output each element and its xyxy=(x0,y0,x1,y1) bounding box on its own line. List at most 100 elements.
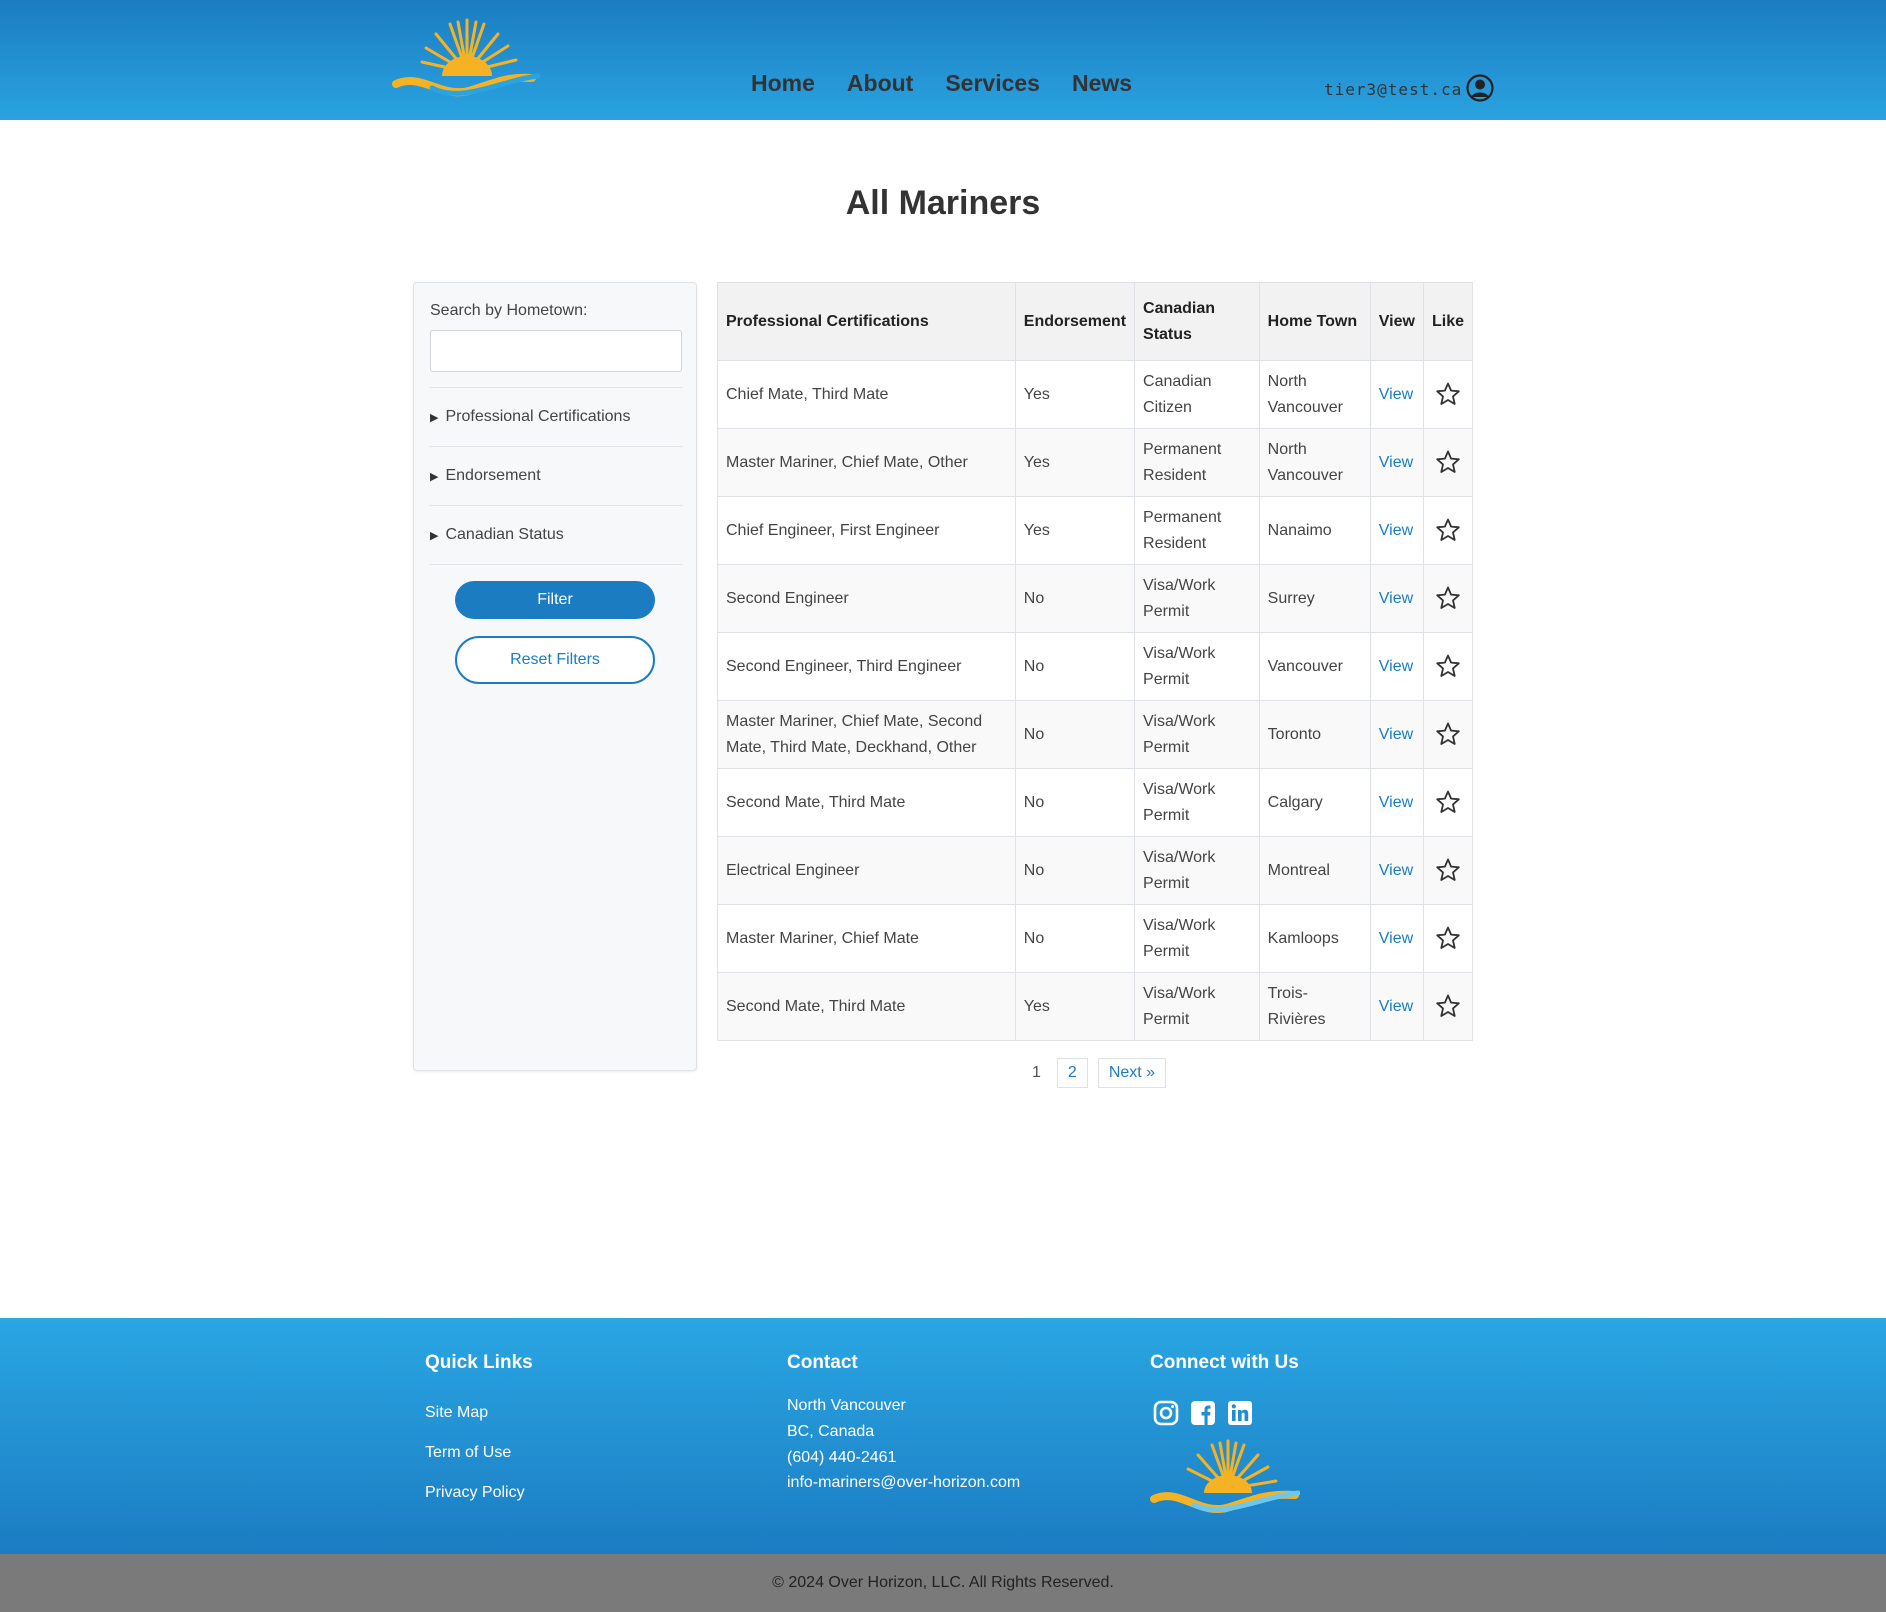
column-header-like: Like xyxy=(1422,282,1474,361)
cell-home-town: Vancouver xyxy=(1258,632,1371,701)
cell-canadian-status: Permanent Resident xyxy=(1134,496,1260,565)
star-outline-icon[interactable] xyxy=(1435,449,1461,475)
view-link[interactable]: View xyxy=(1379,794,1413,811)
quick-links-heading: Quick Links xyxy=(425,1352,533,1373)
cell-home-town: Calgary xyxy=(1258,768,1371,837)
cell-like xyxy=(1422,904,1474,973)
contact-email[interactable]: info-mariners@over-horizon.com xyxy=(787,1474,1020,1492)
view-link[interactable]: View xyxy=(1379,522,1413,539)
star-outline-icon[interactable] xyxy=(1435,653,1461,679)
footer-link-terms-of-use[interactable]: Term of Use xyxy=(425,1444,511,1462)
filter-section-label: Professional Certifications xyxy=(445,408,631,425)
cell-view: View xyxy=(1369,428,1424,497)
column-header-canadian-status: Canadian Status xyxy=(1134,282,1260,361)
site-header: Home About Services News tier3@test.ca xyxy=(0,0,1886,120)
view-link[interactable]: View xyxy=(1379,726,1413,743)
contact-city: North Vancouver xyxy=(787,1397,906,1414)
cell-home-town: North Vancouver xyxy=(1258,360,1371,429)
nav-home[interactable]: Home xyxy=(735,70,831,97)
table-row: Master Mariner, Chief Mate No Visa/Work Pe… xyxy=(717,904,1474,973)
view-link[interactable]: View xyxy=(1379,386,1413,403)
facebook-icon[interactable] xyxy=(1190,1400,1216,1426)
cell-certifications: Master Mariner, Chief Mate, Second Mate,… xyxy=(717,700,1016,769)
table-row: Chief Engineer, First Engineer Yes Permane… xyxy=(717,496,1474,565)
site-footer: Quick Links Site Map Term of Use Privacy… xyxy=(0,1318,1886,1554)
cell-certifications: Master Mariner, Chief Mate xyxy=(717,904,1016,973)
filter-section-canadian-status[interactable]: ▶ Canadian Status xyxy=(430,505,682,564)
cell-like xyxy=(1422,700,1474,769)
instagram-icon[interactable] xyxy=(1153,1400,1179,1426)
cell-canadian-status: Visa/Work Permit xyxy=(1134,768,1260,837)
cell-endorsement: No xyxy=(1014,700,1136,769)
cell-certifications: Second Engineer, Third Engineer xyxy=(717,632,1016,701)
star-outline-icon[interactable] xyxy=(1435,721,1461,747)
filter-button[interactable]: Filter xyxy=(455,581,655,619)
contact-heading: Contact xyxy=(787,1352,858,1373)
cell-home-town: Trois-Rivières xyxy=(1258,972,1371,1041)
search-hometown-label: Search by Hometown: xyxy=(430,302,588,319)
star-outline-icon[interactable] xyxy=(1435,585,1461,611)
cell-canadian-status: Visa/Work Permit xyxy=(1134,564,1260,633)
view-link[interactable]: View xyxy=(1379,454,1413,471)
cell-certifications: Second Engineer xyxy=(717,564,1016,633)
cell-home-town: Montreal xyxy=(1258,836,1371,905)
view-link[interactable]: View xyxy=(1379,658,1413,675)
view-link[interactable]: View xyxy=(1379,930,1413,947)
user-email: tier3@test.ca xyxy=(1324,80,1463,99)
table-row: Second Engineer, Third Engineer No Visa/Wo… xyxy=(717,632,1474,701)
footer-link-privacy-policy[interactable]: Privacy Policy xyxy=(425,1484,525,1502)
triangle-right-icon: ▶ xyxy=(430,470,439,483)
pagination-page-2[interactable]: 2 xyxy=(1056,1058,1088,1088)
copyright-text: © 2024 Over Horizon, LLC. All Rights Res… xyxy=(772,1574,1114,1591)
copyright-bar: © 2024 Over Horizon, LLC. All Rights Res… xyxy=(0,1554,1886,1612)
triangle-right-icon: ▶ xyxy=(430,529,439,542)
cell-canadian-status: Visa/Work Permit xyxy=(1134,632,1260,701)
column-header-certifications: Professional Certifications xyxy=(717,282,1016,361)
filter-section-label: Endorsement xyxy=(445,467,541,484)
filter-section-endorsement[interactable]: ▶ Endorsement xyxy=(430,446,682,505)
cell-endorsement: Yes xyxy=(1014,428,1136,497)
pagination: 1 2 Next » xyxy=(1026,1058,1167,1088)
cell-endorsement: No xyxy=(1014,904,1136,973)
pagination-next[interactable]: Next » xyxy=(1097,1058,1167,1088)
cell-view: View xyxy=(1369,700,1424,769)
over-horizon-logo[interactable] xyxy=(392,14,542,109)
column-header-home-town: Home Town xyxy=(1258,282,1371,361)
mariners-table-container: Professional Certifications Endorsement … xyxy=(717,282,1474,1041)
main-nav: Home About Services News xyxy=(735,70,1148,97)
view-link[interactable]: View xyxy=(1379,862,1413,879)
nav-services[interactable]: Services xyxy=(929,70,1056,97)
cell-home-town: Kamloops xyxy=(1258,904,1371,973)
star-outline-icon[interactable] xyxy=(1435,517,1461,543)
nav-about[interactable]: About xyxy=(831,70,929,97)
contact-phone[interactable]: (604) 440-2461 xyxy=(787,1449,896,1467)
filter-section-label: Canadian Status xyxy=(445,526,564,543)
cell-home-town: Surrey xyxy=(1258,564,1371,633)
reset-filters-button[interactable]: Reset Filters xyxy=(455,636,655,684)
footer-link-site-map[interactable]: Site Map xyxy=(425,1404,488,1422)
cell-home-town: Toronto xyxy=(1258,700,1371,769)
table-row: Second Engineer No Visa/Work Permit Surrey V… xyxy=(717,564,1474,633)
cell-certifications: Second Mate, Third Mate xyxy=(717,768,1016,837)
cell-home-town: North Vancouver xyxy=(1258,428,1371,497)
cell-view: View xyxy=(1369,768,1424,837)
filter-section-professional-certifications[interactable]: ▶ Professional Certifications xyxy=(430,387,682,446)
star-outline-icon[interactable] xyxy=(1435,925,1461,951)
filter-sidebar: Search by Hometown: ▶ Professional Certi… xyxy=(413,282,697,1071)
cell-view: View xyxy=(1369,564,1424,633)
search-hometown-input[interactable] xyxy=(430,330,682,372)
star-outline-icon[interactable] xyxy=(1435,993,1461,1019)
table-row: Second Mate, Third Mate No Visa/Work Permi… xyxy=(717,768,1474,837)
cell-like xyxy=(1422,836,1474,905)
cell-certifications: Chief Engineer, First Engineer xyxy=(717,496,1016,565)
cell-view: View xyxy=(1369,836,1424,905)
view-link[interactable]: View xyxy=(1379,998,1413,1015)
user-account-icon[interactable] xyxy=(1466,74,1494,102)
star-outline-icon[interactable] xyxy=(1435,381,1461,407)
star-outline-icon[interactable] xyxy=(1435,857,1461,883)
star-outline-icon[interactable] xyxy=(1435,789,1461,815)
view-link[interactable]: View xyxy=(1379,590,1413,607)
linkedin-icon[interactable] xyxy=(1227,1400,1253,1426)
table-row: Electrical Engineer No Visa/Work Permit Mon… xyxy=(717,836,1474,905)
nav-news[interactable]: News xyxy=(1056,70,1148,97)
